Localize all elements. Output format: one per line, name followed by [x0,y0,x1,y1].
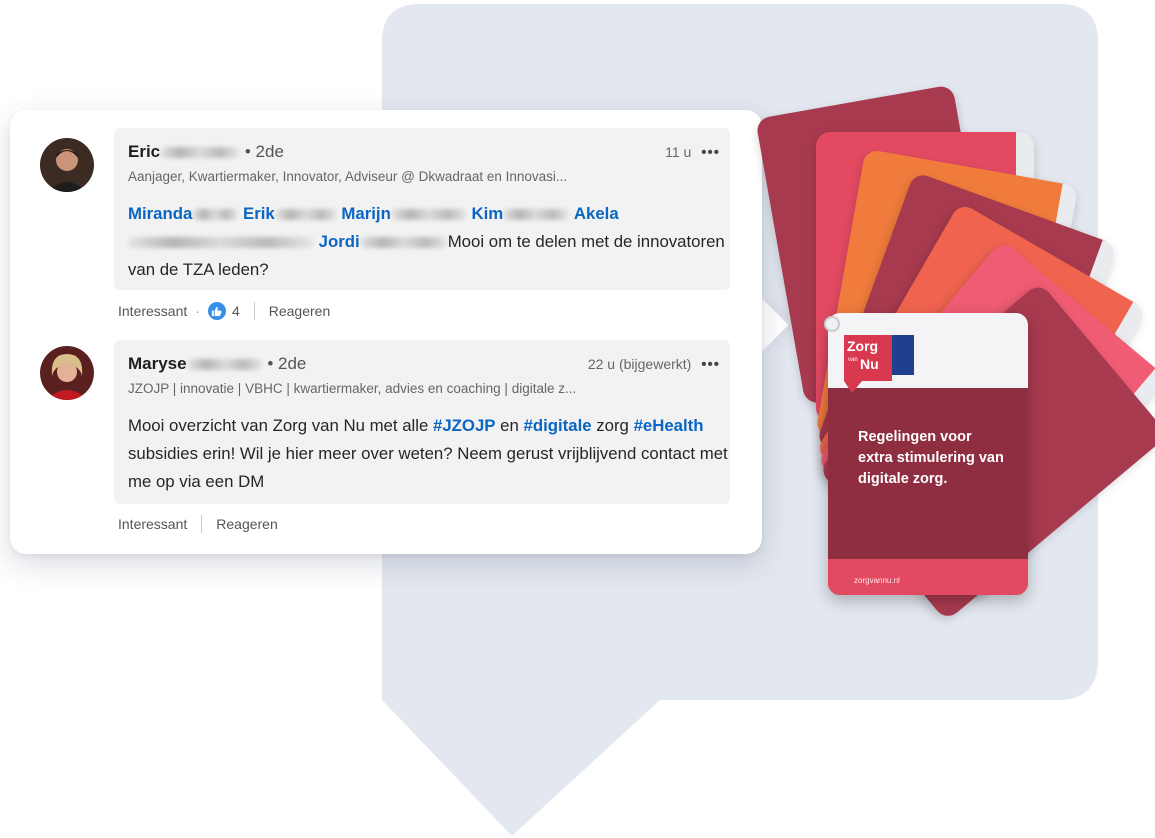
divider [201,515,203,533]
hashtag[interactable]: #JZOJP [433,416,496,435]
hashtag[interactable]: #digitale [524,416,592,435]
react-button[interactable]: Interessant [118,516,187,532]
comment-card: Eric • 2de 11 u ••• Aanjager, Kwartierma… [10,110,762,554]
reply-button[interactable]: Reageren [269,303,331,319]
comment-eric: Eric • 2de 11 u ••• Aanjager, Kwartierma… [40,128,730,328]
comment-meta: 22 u (bijgewerkt) ••• [588,356,720,373]
like-count[interactable]: 4 [232,303,240,319]
binder-ring [824,316,840,332]
blurred-surname [160,147,241,159]
author-name[interactable]: Eric [128,142,160,161]
connection-degree: • 2de [267,354,307,373]
author-line: Eric • 2de [128,142,284,162]
mention[interactable]: Marijn [341,204,390,223]
more-options-icon[interactable]: ••• [701,356,720,373]
svg-text:Nu: Nu [860,356,879,372]
connection-degree: • 2de [244,142,284,161]
author-headline: Aanjager, Kwartiermaker, Innovator, Advi… [128,169,568,184]
timestamp: 22 u (bijgewerkt) [587,356,692,372]
avatar[interactable] [40,138,94,192]
more-options-icon[interactable]: ••• [701,144,720,161]
avatar[interactable] [40,346,94,400]
mention[interactable]: Kim [472,204,504,223]
card-fan-illustration: Zorg van Nu Regelingen voor extra stimul… [755,84,1155,622]
mention[interactable]: Erik [243,204,275,223]
front-card-text: Regelingen voor extra stimulering van di… [858,429,1004,487]
mention[interactable]: Miranda [128,204,192,223]
like-icon[interactable] [207,302,226,320]
comment-actions: Interessant Reageren [118,515,278,533]
svg-text:van: van [848,357,858,363]
front-card-url: zorgvannu.nl [854,576,900,585]
react-button[interactable]: Interessant [118,303,187,319]
mention[interactable]: Jordi [319,232,360,251]
author-headline: JZOJP | innovatie | VBHC | kwartiermaker… [128,381,577,396]
svg-text:Zorg: Zorg [847,338,878,354]
zorg-van-nu-logo: Zorg van Nu [844,335,914,393]
divider [253,302,255,320]
comment-maryse: Maryse • 2de 22 u (bijgewerkt) ••• JZOJP… [40,340,730,540]
mention[interactable]: Akela [574,204,619,223]
blurred-surname [186,359,263,371]
hashtag[interactable]: #eHealth [634,416,704,435]
author-name[interactable]: Maryse [128,354,187,373]
comment-text: Miranda Erik Marijn Kim Akela Jordi Mooi … [128,200,728,284]
reply-button[interactable]: Reageren [216,516,278,532]
comment-bubble: Eric • 2de 11 u ••• Aanjager, Kwartierma… [114,128,730,290]
comment-text: Mooi overzicht van Zorg van Nu met alle … [128,416,728,491]
front-card: Zorg van Nu Regelingen voor extra stimul… [828,313,1028,595]
comment-actions: Interessant · 4 Reageren [118,302,330,320]
timestamp: 11 u [665,144,692,160]
author-line: Maryse • 2de [128,354,306,374]
comment-bubble: Maryse • 2de 22 u (bijgewerkt) ••• JZOJP… [114,340,730,504]
comment-meta: 11 u ••• [665,144,720,161]
dot-separator: · [195,303,200,319]
